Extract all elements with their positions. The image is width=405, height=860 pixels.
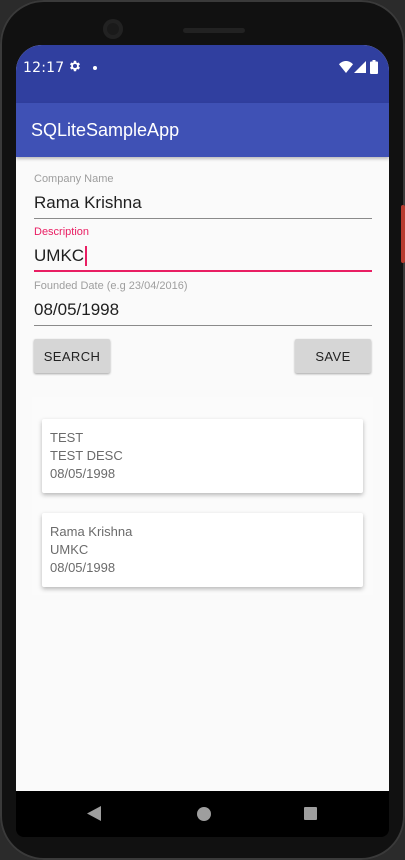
app-title: SQLiteSampleApp [31, 120, 180, 140]
description-label: Description [34, 226, 90, 238]
back-icon[interactable] [87, 806, 101, 821]
status-time: 12:17 [23, 60, 65, 76]
text-cursor [85, 246, 88, 266]
record-description: UMKC [50, 542, 89, 557]
power-button[interactable] [401, 205, 405, 263]
record-date: 08/05/1998 [50, 466, 116, 481]
recents-icon[interactable] [304, 807, 317, 820]
settings-icon [70, 60, 80, 72]
description-value: UMKC [34, 246, 85, 265]
list-item[interactable]: Rama Krishna UMKC 08/05/1998 [42, 513, 363, 587]
description-input[interactable]: UMKC [34, 246, 372, 272]
status-bar: 12:17 [16, 45, 389, 103]
navigation-bar [16, 791, 389, 837]
wifi-icon [339, 61, 353, 73]
app-bar: SQLiteSampleApp [16, 103, 389, 157]
home-icon[interactable] [197, 807, 211, 821]
search-button[interactable]: SEARCH [34, 339, 110, 373]
founded-date-label: Founded Date (e.g 23/04/2016) [34, 280, 188, 292]
founded-date-input[interactable]: 08/05/1998 [34, 300, 372, 326]
earpiece-speaker [183, 28, 245, 33]
list-item[interactable]: TEST TEST DESC 08/05/1998 [42, 419, 363, 493]
save-button[interactable]: SAVE [295, 339, 371, 373]
company-name-label: Company Name [34, 173, 114, 185]
company-name-input[interactable]: Rama Krishna [34, 193, 372, 219]
signal-icon [354, 61, 366, 73]
record-date: 08/05/1998 [50, 560, 116, 575]
record-description: TEST DESC [50, 448, 123, 463]
record-name: Rama Krishna [50, 524, 133, 539]
description-field[interactable]: Description UMKC [34, 226, 372, 272]
battery-icon [370, 60, 378, 74]
notification-dot-icon [93, 66, 97, 70]
screen: 12:17 SQLiteSampleApp Company Name Rama … [16, 45, 389, 819]
founded-date-field[interactable]: Founded Date (e.g 23/04/2016) 08/05/1998 [34, 280, 372, 326]
company-name-field[interactable]: Company Name Rama Krishna [34, 173, 372, 219]
front-camera [103, 19, 123, 39]
phone-frame: 12:17 SQLiteSampleApp Company Name Rama … [0, 0, 405, 860]
record-name: TEST [50, 430, 84, 445]
